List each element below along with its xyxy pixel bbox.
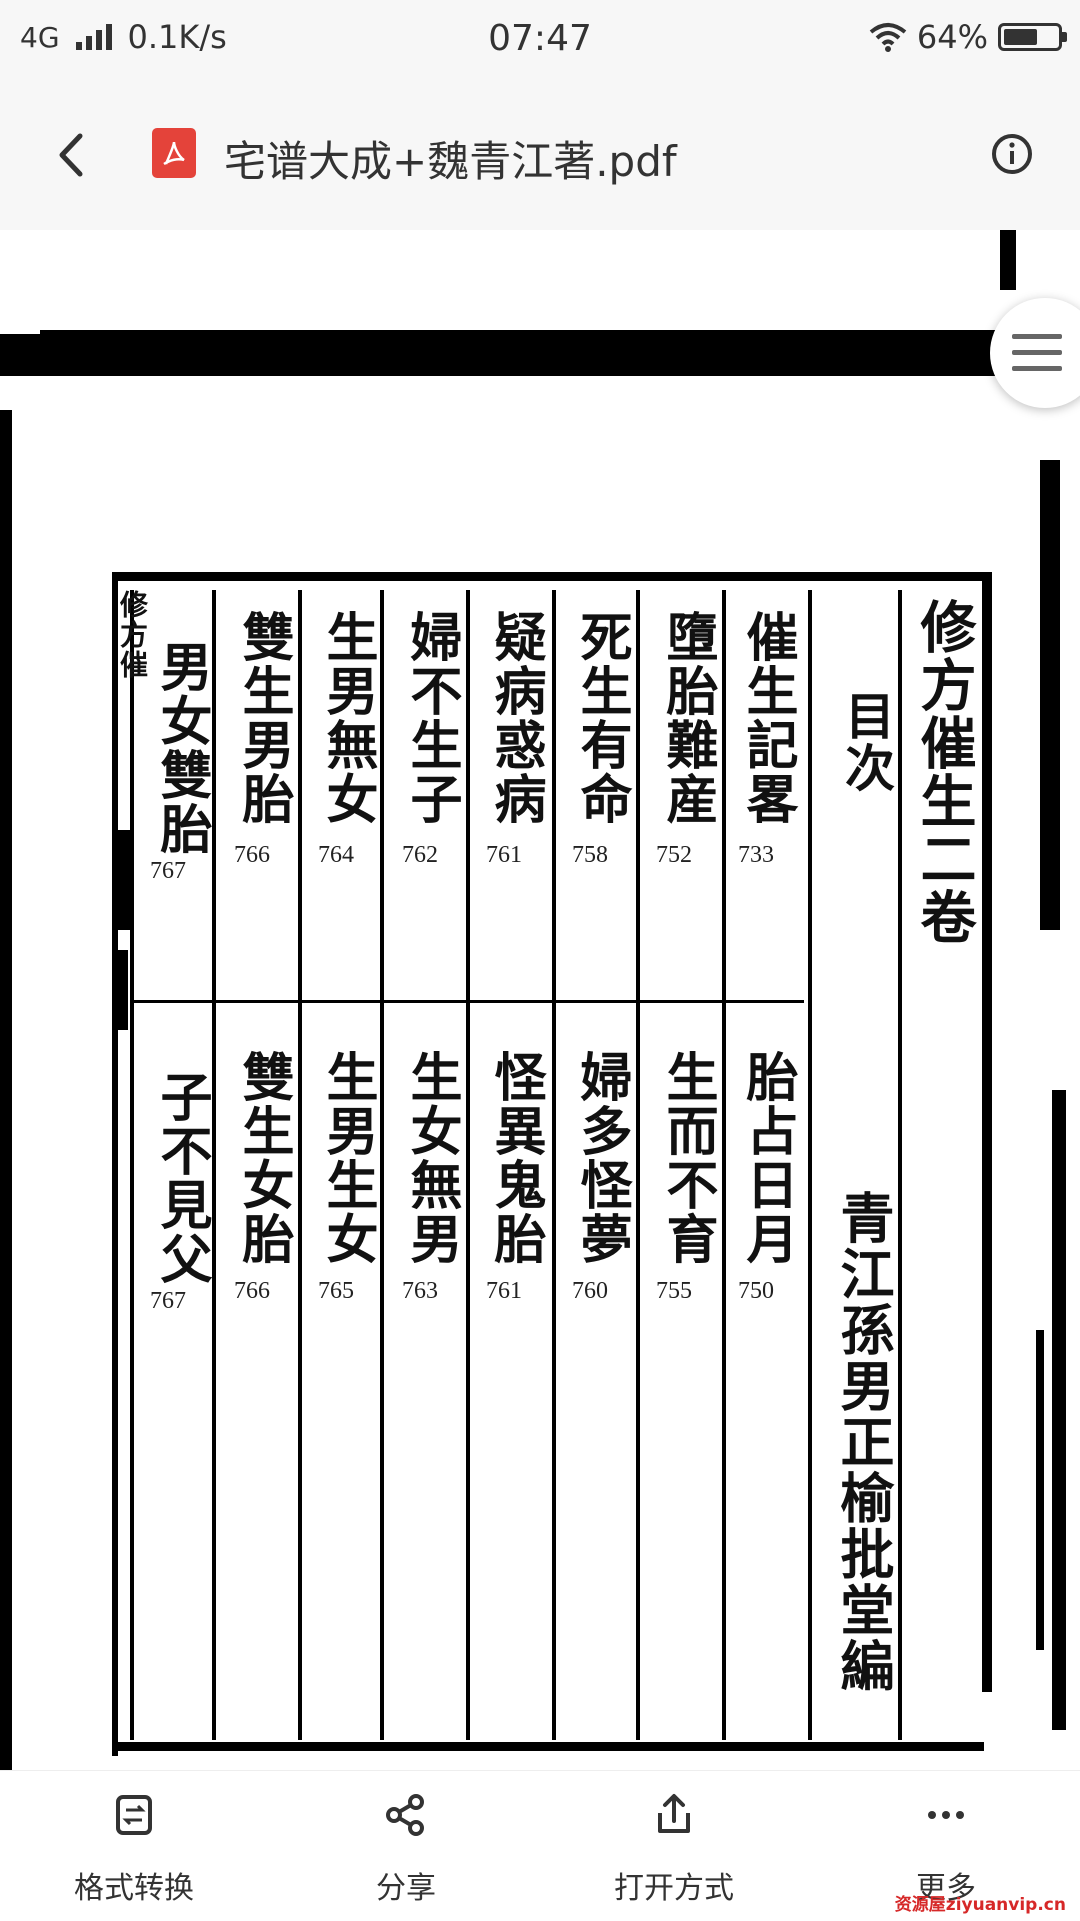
toc-entry-title: 婦多怪夢: [571, 1050, 632, 1266]
toc-entry-title: 雙生女胎: [233, 1050, 294, 1266]
toc-entry-title: 生女無男: [401, 1050, 462, 1266]
share-icon: [386, 1794, 424, 1836]
toc-entry-title: 子不見父: [151, 1070, 212, 1286]
toc-entry-page: 733: [738, 842, 774, 868]
info-icon[interactable]: [990, 132, 1034, 176]
toc-entry-page: 767: [150, 858, 186, 884]
battery-percent: 64%: [916, 18, 988, 56]
battery-fill: [1004, 29, 1037, 45]
menu-icon-line: [1012, 366, 1062, 371]
toc-entry-page: 758: [572, 842, 608, 868]
toolbar-share-button[interactable]: 分享: [306, 1771, 506, 1921]
menu-icon: [1012, 334, 1062, 339]
toc-entry-title: 婦不生子: [401, 610, 462, 826]
toc-entry-title: 墮胎難産: [657, 610, 718, 826]
toc-entry-page: 762: [402, 842, 438, 868]
toolbar-label: 分享: [376, 1871, 436, 1906]
title-bar: 宅谱大成+魏青江著.pdf: [0, 80, 1080, 230]
toc-entry-title: 疑病惑病: [485, 610, 546, 826]
document-title: 宅谱大成+魏青江著.pdf: [224, 137, 677, 186]
pdf-file-icon: [152, 128, 196, 178]
toc-entry-page: 763: [402, 1278, 438, 1304]
toolbar-convert-button[interactable]: 格式转换: [34, 1771, 234, 1921]
more-icon: [928, 1811, 964, 1819]
book-header: 修方催生二卷: [911, 598, 977, 946]
toc-entry-title: 雙生男胎: [233, 610, 294, 826]
toc-entry-title: 生而不育: [657, 1050, 718, 1266]
toc-entry-title: 生男無女: [317, 610, 378, 826]
toc-entry-page: 767: [150, 1288, 186, 1314]
page-scan-lines: [0, 230, 1066, 1770]
toc-entry-title: 生男生女: [317, 1050, 378, 1266]
watermark: 资源屋ziyuanvip.cn: [894, 1895, 1066, 1915]
toolbar-label: 格式转换: [74, 1871, 194, 1906]
toc-entry-page: 752: [656, 842, 692, 868]
toc-entry-page: 760: [572, 1278, 608, 1304]
toc-entry-title: 怪異鬼胎: [485, 1050, 546, 1266]
bottom-toolbar: 格式转换 分享 打开方式 更多 资源屋ziyuanvip.cn: [0, 1770, 1080, 1921]
wifi-icon: [869, 23, 907, 52]
convert-icon: [116, 1795, 152, 1835]
toc-entry-page: 766: [234, 1278, 270, 1304]
toc-entry-page: 755: [656, 1278, 692, 1304]
toc-entry-title: 死生有命: [571, 610, 632, 826]
toolbar-open-with-button[interactable]: 打开方式: [574, 1771, 774, 1921]
book-subheader: 目次: [837, 690, 896, 794]
pdf-page[interactable]: 修方催生二卷 目次 青江孫男正榆批堂編 修方催 催生記畧 733 胎占日月 75…: [0, 230, 1080, 1770]
toc-entry-page: 765: [318, 1278, 354, 1304]
back-icon[interactable]: [50, 130, 94, 180]
toc-entry-page: 750: [738, 1278, 774, 1304]
toc-entry-title: 胎占日月: [737, 1050, 798, 1266]
toc-entry-title: 催生記畧: [737, 610, 798, 826]
book-author: 青江孫男正榆批堂編: [831, 1190, 895, 1694]
toolbar-label: 打开方式: [614, 1871, 734, 1906]
menu-icon-line: [1012, 350, 1062, 355]
toc-entry-page: 764: [318, 842, 354, 868]
toc-entry-title: 男女雙胎: [151, 640, 212, 856]
toc-entry-page: 761: [486, 842, 522, 868]
open-with-icon: [658, 1794, 690, 1833]
status-right: 64%: [869, 18, 1067, 56]
battery-icon: [998, 23, 1067, 51]
status-bar: 4G 0.1K/s 07:47 64%: [0, 0, 1080, 80]
toc-entry-page: 761: [486, 1278, 522, 1304]
toc-entry-page: 766: [234, 842, 270, 868]
